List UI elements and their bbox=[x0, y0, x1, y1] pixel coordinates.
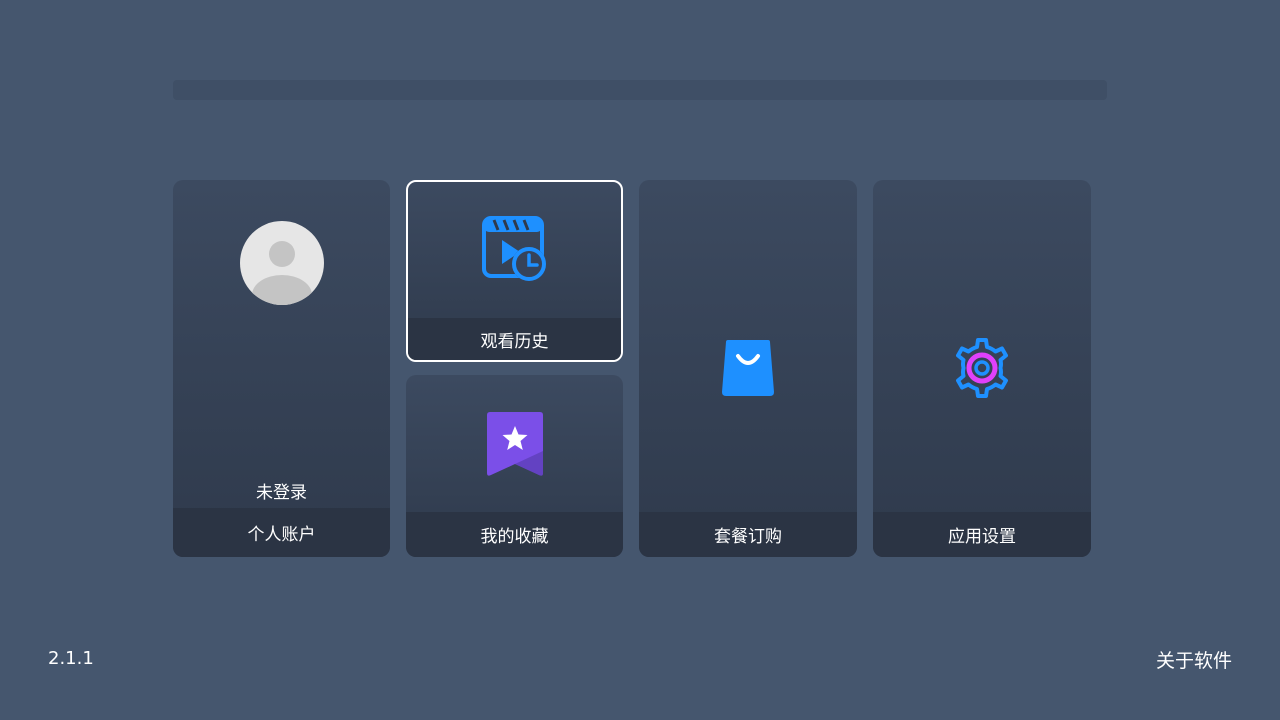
version-text: 2.1.1 bbox=[48, 648, 94, 669]
settings-label: 应用设置 bbox=[873, 512, 1091, 557]
top-search-bar bbox=[173, 80, 1107, 100]
watch-history-label: 观看历史 bbox=[408, 318, 621, 360]
shopping-bag-icon bbox=[722, 340, 774, 396]
subscription-card[interactable]: 套餐订购 bbox=[639, 180, 857, 557]
login-status: 未登录 bbox=[256, 483, 307, 503]
avatar-icon bbox=[239, 221, 324, 305]
favorites-card[interactable]: 我的收藏 bbox=[406, 375, 623, 557]
settings-card[interactable]: 应用设置 bbox=[873, 180, 1091, 557]
account-card[interactable]: 未登录 个人账户 bbox=[173, 180, 390, 557]
video-history-icon bbox=[481, 216, 546, 281]
watch-history-card[interactable]: 观看历史 bbox=[406, 180, 623, 362]
about-software-link[interactable]: 关于软件 bbox=[1156, 646, 1232, 673]
account-label: 个人账户 bbox=[173, 508, 390, 557]
favorites-label: 我的收藏 bbox=[406, 512, 623, 557]
gear-icon bbox=[956, 338, 1008, 398]
bookmark-star-icon bbox=[486, 412, 543, 476]
subscription-label: 套餐订购 bbox=[639, 512, 857, 557]
